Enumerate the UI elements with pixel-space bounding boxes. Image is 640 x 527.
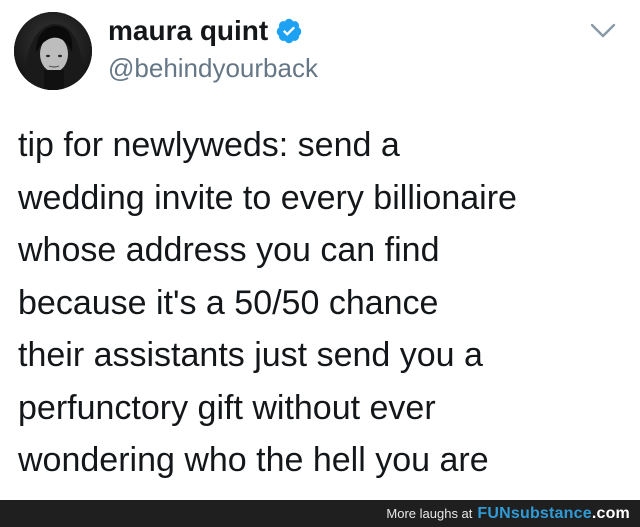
verified-badge-icon	[275, 17, 303, 45]
logo-suffix: .com	[591, 504, 630, 522]
author-name-row: maura quint	[108, 14, 303, 48]
watermark-caption: More laughs at	[386, 506, 473, 521]
tweet-text-line: wedding invite to every billionaire	[18, 178, 517, 217]
logo-main: FUN	[477, 504, 511, 522]
tweet-text-line: perfunctory gift without ever	[18, 388, 436, 427]
watermark-content[interactable]: More laughs at FUNsubstance.com	[386, 500, 630, 527]
avatar[interactable]	[14, 12, 92, 90]
tweet-text-line: wondering who the hell you are	[18, 441, 489, 479]
tweet-menu-button[interactable]	[586, 18, 620, 44]
logo-rest: substance	[510, 504, 592, 522]
tweet-text-line: whose address you can find	[18, 231, 440, 269]
tweet-card: maura quint @behindyourback tip for newl…	[0, 0, 640, 500]
watermark-footer: More laughs at FUNsubstance.com	[0, 500, 640, 527]
funsubstance-logo: FUNsubstance.com	[477, 505, 630, 523]
avatar-image	[14, 12, 92, 90]
author-handle[interactable]: @behindyourback	[108, 52, 318, 84]
tweet-text: tip for newlyweds: send a wedding invite…	[18, 119, 633, 487]
tweet-text-line: their assistants just send you a	[18, 336, 483, 374]
display-name[interactable]: maura quint	[108, 14, 268, 48]
chevron-down-icon	[590, 23, 616, 38]
tweet-text-line: because it's a 50/50 chance	[18, 283, 439, 322]
tweet-text-line: tip for newlyweds: send a	[18, 126, 400, 164]
